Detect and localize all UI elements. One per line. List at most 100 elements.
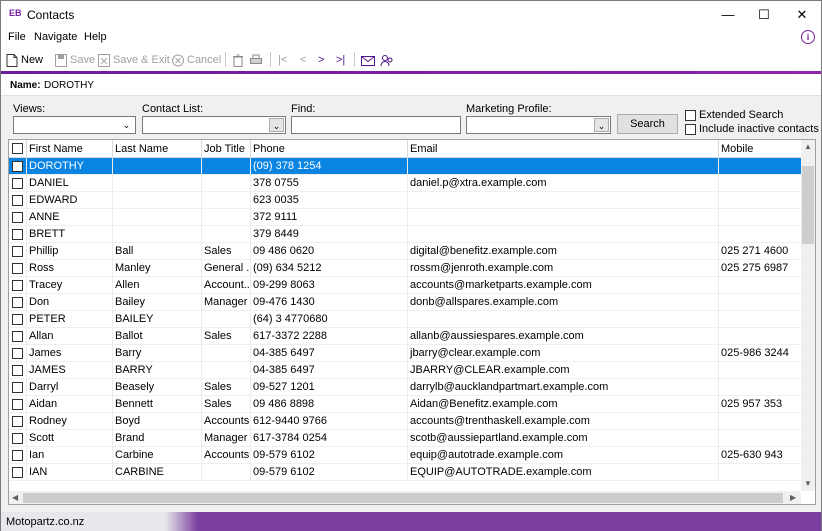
- table-row[interactable]: Allan Ballot Sales 617-3372 2288 allanb@auss…: [9, 328, 801, 345]
- row-select-cell[interactable]: [9, 260, 27, 277]
- scroll-right-icon[interactable]: ▶: [790, 493, 796, 502]
- table-row[interactable]: DOROTHY (09) 378 1254: [9, 158, 801, 175]
- search-button[interactable]: Search: [617, 114, 678, 134]
- cell-phone: 04-385 6497: [251, 345, 408, 362]
- table-row[interactable]: IAN CARBINE 09-579 6102 EQUIP@AUTOTRADE.exa…: [9, 464, 801, 481]
- row-checkbox[interactable]: [12, 433, 23, 444]
- row-checkbox[interactable]: [12, 229, 23, 240]
- row-select-cell[interactable]: [9, 311, 27, 328]
- row-select-cell[interactable]: [9, 226, 27, 243]
- row-checkbox[interactable]: [12, 331, 23, 342]
- row-select-cell[interactable]: [9, 413, 27, 430]
- menu-navigate[interactable]: Navigate: [34, 31, 77, 43]
- include-inactive-checkbox[interactable]: [685, 124, 696, 135]
- menu-file[interactable]: File: [8, 31, 26, 43]
- close-button[interactable]: ✕: [785, 1, 819, 28]
- row-select-cell[interactable]: [9, 158, 27, 175]
- row-select-cell[interactable]: [9, 430, 27, 447]
- contacts-link-button[interactable]: [380, 52, 397, 68]
- scroll-left-icon[interactable]: ◀: [12, 493, 18, 502]
- header-phone[interactable]: Phone: [251, 140, 408, 158]
- header-mobile[interactable]: Mobile: [719, 140, 801, 158]
- row-select-cell[interactable]: [9, 175, 27, 192]
- row-checkbox[interactable]: [12, 212, 23, 223]
- row-select-cell[interactable]: [9, 362, 27, 379]
- row-checkbox[interactable]: [12, 382, 23, 393]
- row-select-cell[interactable]: [9, 464, 27, 481]
- email-button[interactable]: [361, 52, 378, 68]
- extended-search-checkbox[interactable]: [685, 110, 696, 121]
- table-row[interactable]: BRETT 379 8449: [9, 226, 801, 243]
- views-select[interactable]: ⌄: [13, 116, 136, 134]
- row-checkbox[interactable]: [12, 195, 23, 206]
- select-all-checkbox[interactable]: [12, 143, 23, 154]
- table-row[interactable]: Scott Brand Manager 617-3784 0254 scotb@auss…: [9, 430, 801, 447]
- table-row[interactable]: JAMES BARRY 04-385 6497 JBARRY@CLEAR.exampl…: [9, 362, 801, 379]
- previous-record-button[interactable]: <: [300, 52, 306, 68]
- row-select-cell[interactable]: [9, 209, 27, 226]
- maximize-button[interactable]: ☐: [747, 1, 781, 28]
- contact-list-select[interactable]: ⌄: [142, 116, 286, 134]
- table-row[interactable]: Tracey Allen Account... 09-299 8063 accounts…: [9, 277, 801, 294]
- row-checkbox[interactable]: [12, 314, 23, 325]
- row-checkbox[interactable]: [12, 246, 23, 257]
- row-select-cell[interactable]: [9, 277, 27, 294]
- row-select-cell[interactable]: [9, 328, 27, 345]
- table-row[interactable]: Ross Manley General ... (09) 634 5212 rossm…: [9, 260, 801, 277]
- scroll-down-icon[interactable]: ▼: [804, 479, 812, 488]
- header-job-title[interactable]: Job Title: [202, 140, 251, 158]
- row-checkbox[interactable]: [12, 467, 23, 478]
- row-checkbox[interactable]: [12, 280, 23, 291]
- menu-help[interactable]: Help: [84, 31, 107, 43]
- next-record-button[interactable]: >: [318, 52, 324, 68]
- first-record-button[interactable]: |<: [278, 52, 287, 68]
- row-select-cell[interactable]: [9, 447, 27, 464]
- table-row[interactable]: Rodney Boyd Accounts 612-9440 9766 accounts@…: [9, 413, 801, 430]
- row-checkbox[interactable]: [12, 348, 23, 359]
- scroll-up-icon[interactable]: ▲: [804, 142, 812, 151]
- row-checkbox[interactable]: [12, 178, 23, 189]
- row-checkbox[interactable]: [12, 297, 23, 308]
- save-exit-button[interactable]: Save & Exit: [98, 52, 170, 68]
- save-button[interactable]: Save: [55, 52, 95, 68]
- delete-button[interactable]: [232, 52, 247, 68]
- table-row[interactable]: EDWARD 623 0035: [9, 192, 801, 209]
- header-email[interactable]: Email: [408, 140, 719, 158]
- new-button[interactable]: New: [6, 52, 43, 68]
- row-checkbox[interactable]: [12, 450, 23, 461]
- row-select-cell[interactable]: [9, 192, 27, 209]
- table-row[interactable]: ANNE 372 9111: [9, 209, 801, 226]
- vertical-scroll-thumb[interactable]: [802, 166, 814, 244]
- horizontal-scrollbar[interactable]: ◀ ▶: [9, 491, 801, 504]
- header-first-name[interactable]: First Name: [27, 140, 113, 158]
- row-select-cell[interactable]: [9, 396, 27, 413]
- row-checkbox[interactable]: [12, 416, 23, 427]
- row-select-cell[interactable]: [9, 243, 27, 260]
- row-checkbox[interactable]: [12, 365, 23, 376]
- row-select-cell[interactable]: [9, 294, 27, 311]
- vertical-scrollbar[interactable]: ▲ ▼: [801, 140, 815, 491]
- table-row[interactable]: Phillip Ball Sales 09 486 0620 digital@bene…: [9, 243, 801, 260]
- info-icon[interactable]: i: [801, 30, 815, 44]
- marketing-profile-select[interactable]: ⌄: [466, 116, 611, 134]
- horizontal-scroll-thumb[interactable]: [23, 493, 783, 503]
- table-row[interactable]: Aidan Bennett Sales 09 486 8898 Aidan@Benefi…: [9, 396, 801, 413]
- row-checkbox[interactable]: [12, 399, 23, 410]
- table-row[interactable]: James Barry 04-385 6497 jbarry@clear.exampl…: [9, 345, 801, 362]
- table-row[interactable]: Don Bailey Manager 09-476 1430 donb@allspare…: [9, 294, 801, 311]
- cancel-button[interactable]: Cancel: [172, 52, 221, 68]
- last-record-button[interactable]: >|: [336, 52, 345, 68]
- find-input[interactable]: [291, 116, 461, 134]
- table-row[interactable]: Darryl Beasely Sales 09-527 1201 darrylb@auc…: [9, 379, 801, 396]
- row-select-cell[interactable]: [9, 379, 27, 396]
- table-row[interactable]: DANIEL 378 0755 daniel.p@xtra.example.com: [9, 175, 801, 192]
- row-select-cell[interactable]: [9, 345, 27, 362]
- row-checkbox[interactable]: [12, 263, 23, 274]
- row-checkbox[interactable]: [12, 161, 23, 172]
- table-row[interactable]: Ian Carbine Accounts 09-579 6102 equip@autot…: [9, 447, 801, 464]
- header-select-all[interactable]: [9, 140, 27, 158]
- minimize-button[interactable]: —: [711, 1, 745, 28]
- print-button[interactable]: [250, 52, 265, 68]
- table-row[interactable]: PETER BAILEY (64) 3 4770680: [9, 311, 801, 328]
- header-last-name[interactable]: Last Name: [113, 140, 202, 158]
